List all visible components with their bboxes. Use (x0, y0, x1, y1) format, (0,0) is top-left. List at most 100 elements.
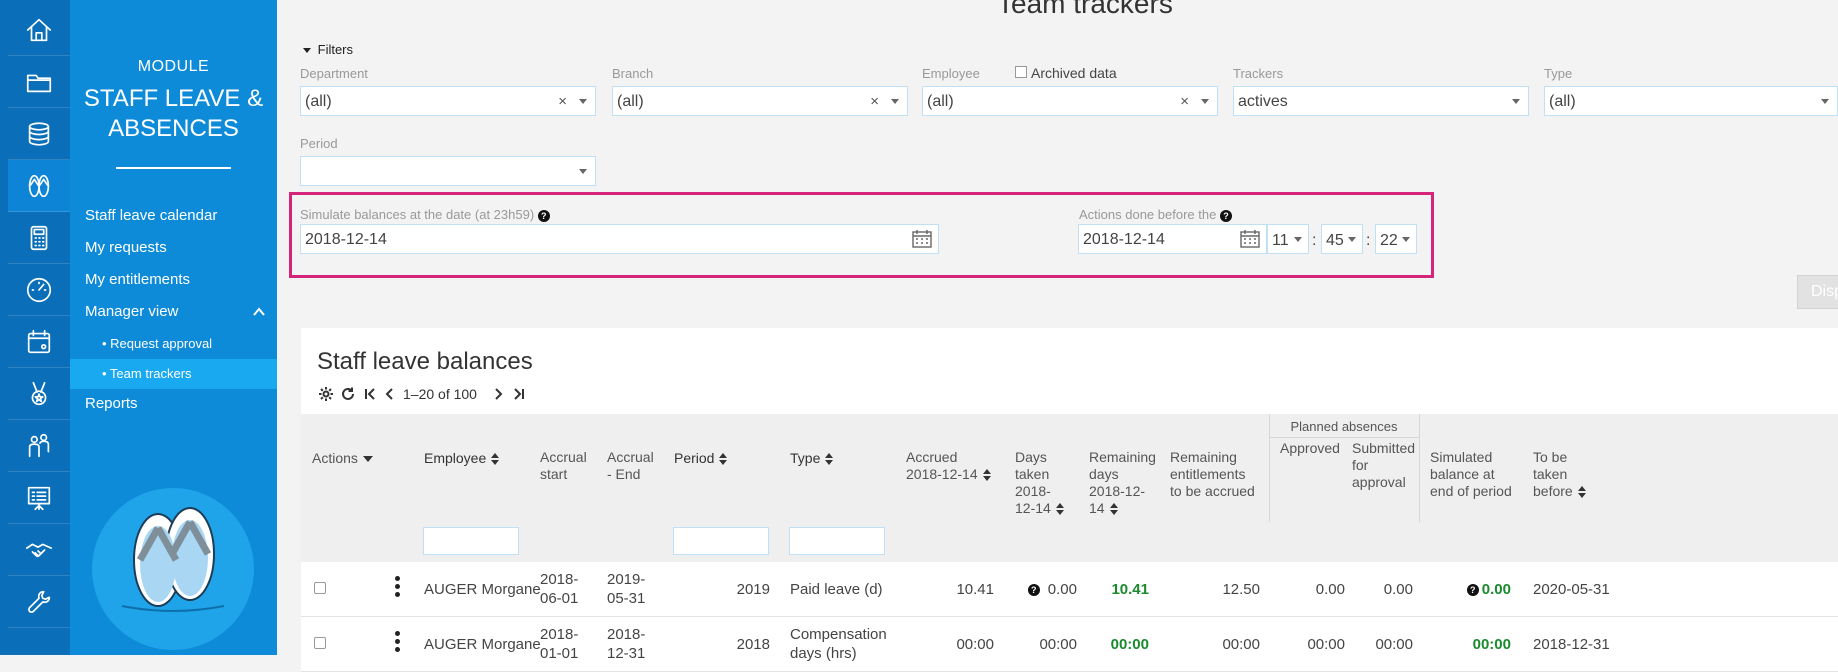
employee-select[interactable]: (all) × (922, 86, 1218, 116)
table-row[interactable]: AUGER Morgane 2018-01-01 2018-12-31 2018… (301, 617, 1838, 672)
caret-down-icon (362, 456, 373, 463)
cell-remaining-days: 10.41 (1111, 581, 1149, 598)
people-icon[interactable] (8, 420, 70, 472)
previous-page-icon[interactable] (382, 384, 398, 404)
clear-icon[interactable]: × (1180, 93, 1189, 110)
nav-staff-leave-calendar[interactable]: Staff leave calendar (85, 207, 217, 224)
column-accrued[interactable]: Accrued 2018-12-14 (906, 449, 996, 483)
column-approved: Approved (1280, 440, 1340, 456)
caret-down-icon (579, 99, 587, 104)
branch-label: Branch (612, 66, 654, 81)
home-icon[interactable] (8, 4, 70, 56)
cell-remaining-days: 00:00 (1110, 636, 1149, 653)
simulate-date-label: Simulate balances at the date (at 23h59)… (300, 207, 550, 222)
caret-down-icon (1348, 237, 1356, 242)
flip-flops-illustration (92, 488, 254, 650)
presentation-icon[interactable] (8, 472, 70, 524)
caret-down-icon (1201, 99, 1209, 104)
wrench-icon[interactable] (8, 576, 70, 628)
cell-approved: 0.00 (1315, 581, 1345, 598)
calendar-icon[interactable] (912, 230, 932, 248)
gauge-icon[interactable] (8, 264, 70, 316)
row-checkbox[interactable] (314, 637, 326, 649)
nav-reports[interactable]: Reports (85, 395, 138, 412)
nav-manager-view[interactable]: Manager view (85, 303, 178, 320)
help-icon[interactable]: ? (1027, 584, 1040, 597)
archived-data-checkbox[interactable] (1015, 66, 1027, 78)
folder-icon[interactable] (8, 56, 70, 108)
type-label: Type (1544, 66, 1573, 81)
employee-label: Employee (922, 66, 980, 81)
main-content: Team trackers Filters Department (all) ×… (277, 0, 1838, 672)
row-menu-icon[interactable] (395, 576, 401, 600)
card-title: Staff leave balances (317, 348, 533, 375)
period-select[interactable] (300, 156, 596, 186)
last-page-icon[interactable] (511, 384, 527, 404)
caret-down-icon (1402, 237, 1410, 242)
cell-days-taken: ? 0.00 (1007, 580, 1077, 599)
column-submitted: Submitted for approval (1352, 440, 1416, 490)
column-filter-row (301, 522, 1838, 562)
cell-approved: 00:00 (1307, 636, 1345, 653)
nav-my-requests[interactable]: My requests (85, 239, 167, 256)
column-remaining-days[interactable]: Remaining days 2018-12-14 (1089, 449, 1156, 517)
department-select[interactable]: (all) × (300, 86, 596, 116)
cell-employee: AUGER Morgane (424, 636, 541, 653)
row-menu-icon[interactable] (395, 631, 401, 655)
help-icon[interactable]: ? (537, 209, 550, 222)
department-label: Department (300, 66, 368, 81)
next-page-icon[interactable] (490, 384, 506, 404)
column-period[interactable]: Period (674, 450, 728, 467)
column-employee[interactable]: Employee (424, 450, 500, 467)
cell-accrual-start: 2018-06-01 (540, 571, 579, 607)
type-select[interactable]: (all) (1544, 86, 1838, 116)
chevron-up-icon[interactable] (252, 305, 266, 319)
column-to-be-taken[interactable]: To be taken before (1533, 449, 1603, 500)
table-row[interactable]: AUGER Morgane 2018-06-01 2019-05-31 2019… (301, 562, 1838, 617)
simulate-date-input[interactable]: 2018-12-14 (300, 224, 939, 254)
second-select[interactable]: 22 (1375, 224, 1417, 254)
clear-icon[interactable]: × (558, 93, 567, 110)
row-checkbox[interactable] (314, 582, 326, 594)
column-remaining-entitlements: Remaining entitlements to be accrued (1170, 449, 1255, 499)
column-divider (1419, 414, 1420, 522)
hour-select[interactable]: 11 (1267, 224, 1309, 254)
refresh-icon[interactable] (340, 384, 356, 404)
handshake-icon[interactable] (8, 524, 70, 576)
nav-my-entitlements[interactable]: My entitlements (85, 271, 190, 288)
medal-icon[interactable] (8, 368, 70, 420)
minute-select[interactable]: 45 (1321, 224, 1363, 254)
cell-remaining-entitlements: 00:00 (1222, 636, 1260, 653)
caret-down-icon (1512, 99, 1520, 104)
filters-toggle[interactable]: Filters (303, 42, 353, 57)
first-page-icon[interactable] (362, 384, 378, 404)
flip-flops-icon[interactable] (8, 160, 70, 212)
calendar-icon[interactable] (8, 316, 70, 368)
sort-icon (719, 453, 728, 466)
column-days-taken[interactable]: Days taken 2018-12-14 (1015, 449, 1071, 517)
display-button[interactable]: Display (1797, 275, 1838, 309)
period-filter-input[interactable] (673, 527, 769, 555)
actions-date-input[interactable]: 2018-12-14 (1078, 224, 1267, 254)
branch-select[interactable]: (all) × (612, 86, 908, 116)
nav-team-trackers[interactable]: • Team trackers (70, 359, 277, 389)
clear-icon[interactable]: × (870, 93, 879, 110)
cell-accrual-end: 2018-12-31 (607, 626, 646, 662)
group-divider (1269, 437, 1419, 438)
settings-icon[interactable] (318, 384, 334, 404)
sort-icon (1055, 503, 1064, 516)
nav-request-approval[interactable]: • Request approval (70, 329, 277, 359)
column-type[interactable]: Type (790, 450, 834, 467)
calendar-icon[interactable] (1240, 230, 1260, 248)
employee-filter-input[interactable] (423, 527, 519, 555)
help-icon[interactable]: ? (1219, 209, 1232, 222)
column-actions[interactable]: Actions (312, 450, 373, 467)
type-filter-input[interactable] (789, 527, 885, 555)
module-sidebar: MODULE STAFF LEAVE & ABSENCES Staff leav… (70, 0, 277, 655)
period-label: Period (300, 136, 338, 151)
help-icon[interactable]: ? (1466, 584, 1479, 597)
coins-icon[interactable] (8, 108, 70, 160)
calculator-icon[interactable] (8, 212, 70, 264)
trackers-select[interactable]: actives (1233, 86, 1529, 116)
sort-icon (491, 453, 500, 466)
